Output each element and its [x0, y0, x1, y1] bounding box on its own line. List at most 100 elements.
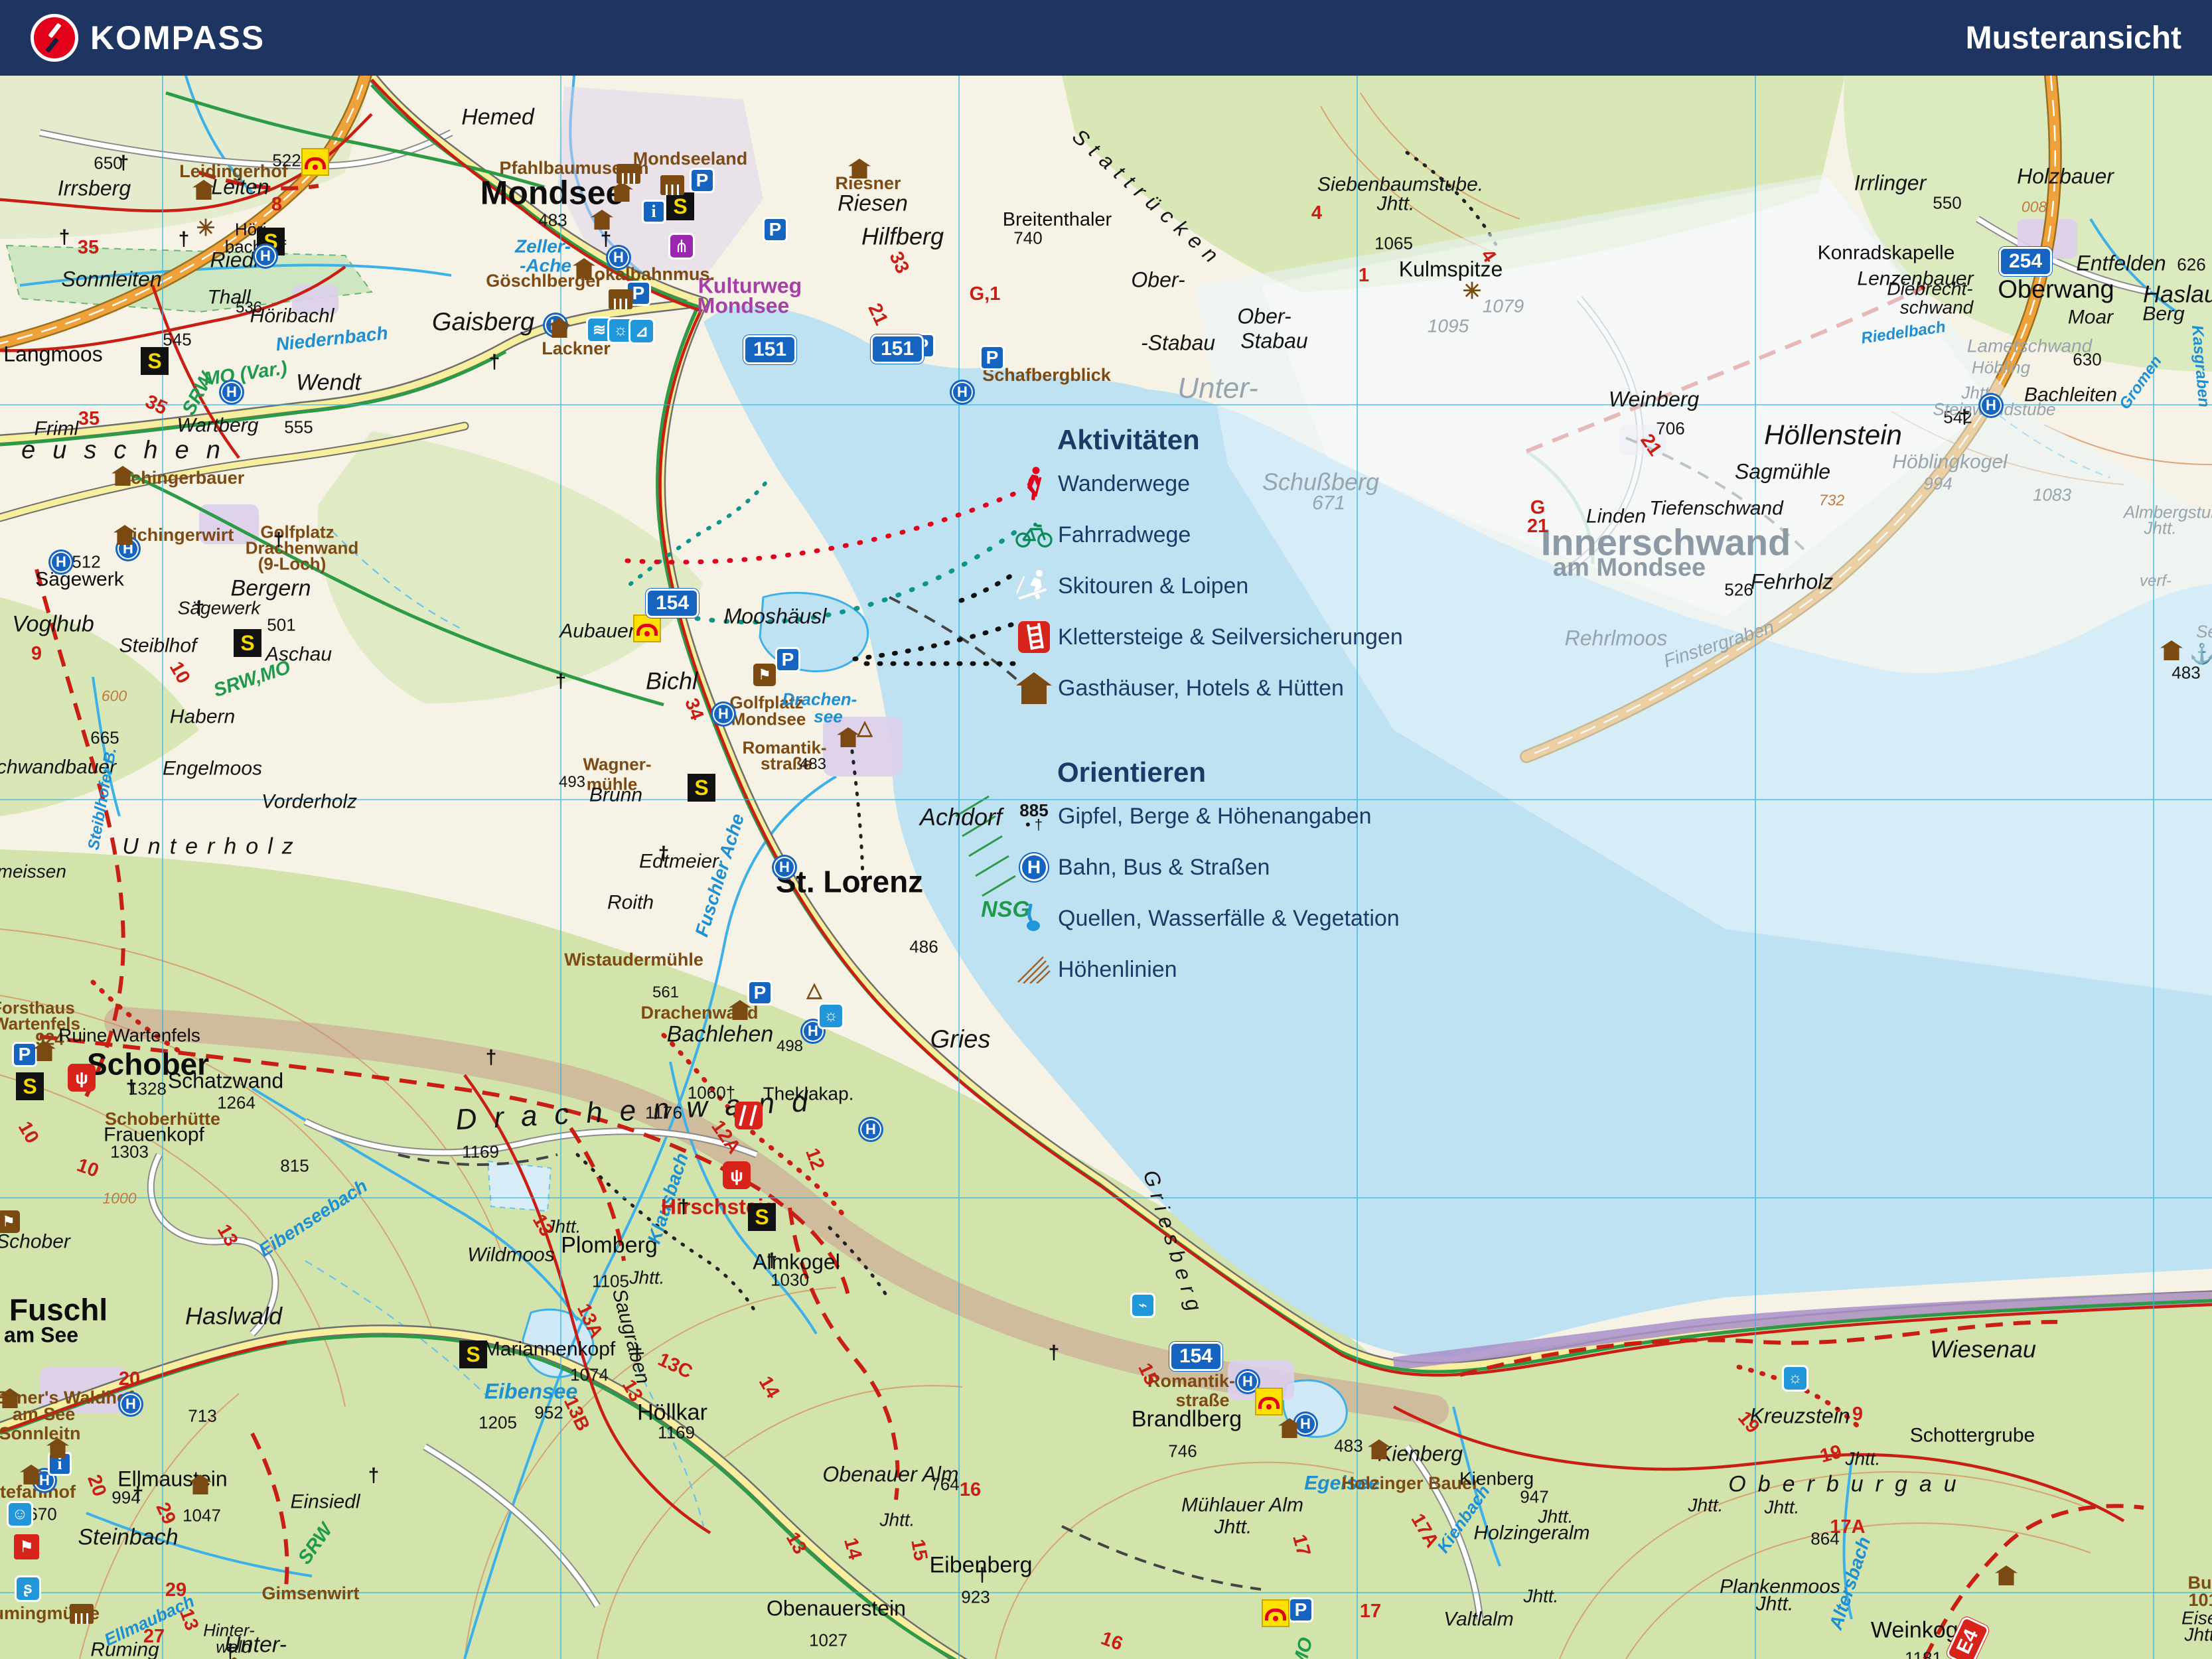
- campsite-icon: △: [857, 717, 872, 740]
- map-label: Mondseeland: [633, 150, 748, 169]
- map-label: Steinbach: [78, 1526, 178, 1550]
- kompass-logo: KOMPASS: [31, 14, 265, 62]
- map-label: Entfelden: [2076, 253, 2166, 275]
- map-label: 1047: [183, 1507, 221, 1525]
- map-label: Eichingerbauer: [114, 469, 245, 488]
- map-label: Oberwang: [1998, 277, 2114, 303]
- s-bahn-icon: S: [748, 1203, 776, 1231]
- parking-icon: P: [763, 217, 788, 242]
- map-label: Schober: [0, 1232, 70, 1253]
- bus-stop-icon: H: [1015, 850, 1053, 885]
- map-label: Wartberg: [177, 416, 259, 437]
- road-shield: 154: [1169, 1342, 1222, 1371]
- map-label: Sagmühle: [1735, 461, 1830, 483]
- map-label: Jhtt.: [1377, 194, 1415, 215]
- legend-activities-title: Aktivitäten: [1057, 424, 1520, 456]
- map-label: 526: [1724, 581, 1753, 599]
- church-cross-icon: †: [555, 670, 567, 693]
- map-label: Voglhub: [12, 613, 94, 636]
- map-label: Sonnleitn: [0, 1425, 81, 1443]
- map-label: Mühlauer Alm: [1181, 1496, 1303, 1516]
- map-label: Unterholz: [122, 835, 303, 859]
- map-label: 29: [165, 1581, 186, 1601]
- road-shield: 151: [743, 335, 796, 364]
- map-label: Lenzenbauer: [1857, 269, 1973, 290]
- legend-label: Bahn, Bus & Straßen: [1058, 855, 1270, 881]
- legend-label: Gipfel, Berge & Höhenangaben: [1058, 804, 1372, 830]
- map-label: 1169: [462, 1143, 499, 1161]
- map-label: 8: [271, 195, 282, 215]
- kompass-highlight-icon: [633, 614, 661, 642]
- map-label: 1083: [2033, 486, 2071, 504]
- legend-label: Höhenlinien: [1058, 957, 1177, 983]
- ladder-icon: [1015, 620, 1053, 654]
- map-label: Unter-: [1177, 374, 1258, 404]
- legend-label: Klettersteige & Seilversicherungen: [1058, 624, 1403, 650]
- map-label: 994: [1923, 475, 1952, 493]
- map-label: Valtlalm: [1443, 1610, 1514, 1630]
- map-label: Haslau: [2143, 283, 2212, 307]
- map-label: 1303: [110, 1143, 149, 1161]
- map-label: 522: [272, 152, 301, 170]
- map-label: Mariannenkopf: [484, 1340, 615, 1360]
- map-label: Bergern: [231, 577, 311, 601]
- church-cross-icon: †: [59, 226, 70, 249]
- s-bahn-icon: S: [459, 1340, 487, 1368]
- s-bahn-icon: S: [234, 629, 261, 657]
- map-label: Se: [2196, 623, 2212, 641]
- map-label: Aubauer: [559, 622, 634, 642]
- map-label: 501: [267, 616, 295, 634]
- map-label: see: [814, 708, 842, 726]
- map-label: Gries: [930, 1027, 991, 1053]
- contour-icon: [1015, 952, 1053, 987]
- page-title: Musteransicht: [1966, 20, 2181, 56]
- map-label: Hilfberg: [861, 225, 944, 250]
- map-label: Holzinger Bauer: [1341, 1475, 1479, 1493]
- map-label: 483: [2172, 664, 2200, 682]
- map-label: Sägewerk: [35, 570, 123, 591]
- map-label: 1000: [102, 1190, 136, 1206]
- legend-item-gasthaeuser: Gasthäuser, Hotels & Hütten: [1015, 671, 1520, 705]
- map-label: Steiblhof: [119, 636, 197, 657]
- map-label: 555: [284, 419, 313, 437]
- map-label: Kienberg: [1378, 1443, 1463, 1465]
- map-label: Eibensee: [484, 1381, 578, 1403]
- map-label: Höllkar: [637, 1402, 707, 1425]
- church-cross-icon: †: [179, 228, 190, 251]
- church-cross-icon: †: [767, 1250, 778, 1272]
- legend-item-klettersteige: Klettersteige & Seilversicherungen: [1015, 620, 1520, 654]
- map-label: G,1: [970, 285, 1001, 305]
- map-label: 746: [1168, 1443, 1197, 1461]
- kompass-highlight-icon: [301, 148, 329, 176]
- map-label: Wildmoos: [467, 1246, 554, 1266]
- map-label: 4: [1311, 204, 1322, 224]
- map-label: 1095: [1428, 317, 1469, 336]
- map-label: 1027: [809, 1632, 848, 1650]
- map-label: 493: [559, 774, 585, 790]
- s-bahn-icon: S: [666, 192, 694, 220]
- map-label: Konradskapelle: [1818, 244, 1955, 264]
- legend-label: Quellen, Wasserfälle & Vegetation: [1058, 906, 1400, 932]
- church-cross-icon: †: [1959, 406, 1970, 429]
- map-label: 27: [143, 1627, 165, 1647]
- map-label: Irrsberg: [58, 178, 131, 200]
- bus-stop-icon: H: [1980, 395, 2002, 416]
- parking-icon: P: [690, 168, 715, 193]
- map-label: Kienberg: [1459, 1470, 1534, 1489]
- legend-label: Skitouren & Loipen: [1058, 573, 1248, 599]
- map-label: 561: [652, 985, 679, 1001]
- map-label: Jhtt.: [880, 1511, 915, 1530]
- map-label: 008: [2022, 199, 2047, 214]
- bus-stop-icon: H: [713, 703, 734, 725]
- road-shield: 254: [1999, 247, 2052, 276]
- church-cross-icon: †: [977, 1564, 988, 1587]
- map-label: 923: [961, 1589, 990, 1607]
- legend-item-hoehenlinien: Höhenlinien: [1015, 952, 1520, 987]
- map-label: 15: [907, 1538, 930, 1563]
- map-label: Moar: [2068, 308, 2113, 328]
- map-label: 665: [90, 729, 119, 747]
- beach-icon: ☼: [818, 1003, 844, 1029]
- map-label: 952: [534, 1404, 563, 1422]
- road-shield: 151: [871, 334, 924, 364]
- map-label: Höblingkogel: [1892, 453, 2007, 473]
